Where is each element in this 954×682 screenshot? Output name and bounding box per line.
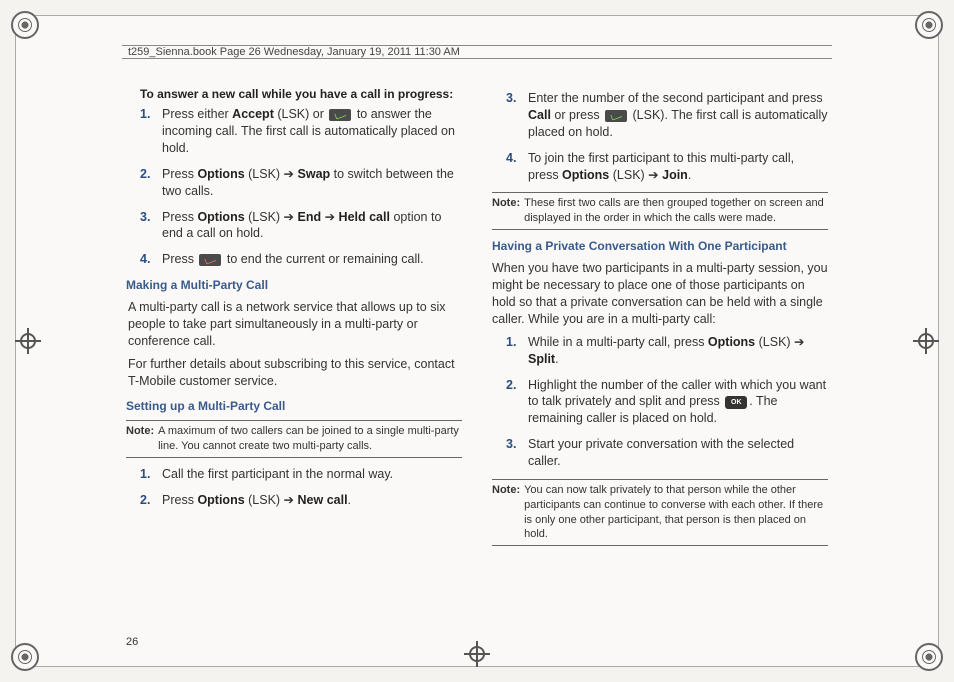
note-block: Note: A maximum of two callers can be jo… (126, 420, 462, 458)
page-frame: t259_Sienna.book Page 26 Wednesday, Janu… (15, 15, 939, 667)
step-item: Press to end the current or remaining ca… (126, 251, 462, 268)
step-item: Enter the number of the second participa… (492, 90, 828, 141)
page-number: 26 (126, 636, 138, 648)
crop-mark-icon (11, 643, 39, 671)
page-header: t259_Sienna.book Page 26 Wednesday, Janu… (122, 45, 832, 59)
note-block: Note: These first two calls are then gro… (492, 192, 828, 230)
note-block: Note: You can now talk privately to that… (492, 479, 828, 546)
note-label: Note: (492, 196, 520, 226)
step-item: While in a multi-party call, press Optio… (492, 334, 828, 368)
step-item: To join the first participant to this mu… (492, 150, 828, 184)
paragraph: A multi-party call is a network service … (126, 299, 462, 350)
note-text: A maximum of two callers can be joined t… (158, 424, 462, 454)
step-item: Press either Accept (LSK) or to answer t… (126, 106, 462, 157)
step-list: Press either Accept (LSK) or to answer t… (126, 106, 462, 268)
registration-mark-icon (913, 328, 939, 354)
step-item: Call the first participant in the normal… (126, 466, 462, 483)
crop-mark-icon (915, 643, 943, 671)
step-item: Press Options (LSK) ➔ Swap to switch bet… (126, 166, 462, 200)
crop-mark-icon (915, 11, 943, 39)
registration-mark-icon (15, 328, 41, 354)
subsection-heading: Setting up a Multi-Party Call (126, 398, 462, 414)
step-item: Press Options (LSK) ➔ New call. (126, 492, 462, 509)
step-item: Press Options (LSK) ➔ End ➔ Held call op… (126, 209, 462, 243)
ok-key-icon: OK (725, 396, 747, 409)
registration-mark-icon (464, 641, 490, 667)
note-label: Note: (126, 424, 154, 454)
subsection-heading: Having a Private Conversation With One P… (492, 238, 828, 254)
step-list: Enter the number of the second participa… (492, 90, 828, 183)
subsection-heading: Making a Multi-Party Call (126, 277, 462, 293)
right-column: Enter the number of the second participa… (492, 86, 828, 636)
step-item: Start your private conversation with the… (492, 436, 828, 470)
step-list: Call the first participant in the normal… (126, 466, 462, 509)
call-key-icon (605, 110, 627, 122)
left-column: To answer a new call while you have a ca… (126, 86, 462, 636)
call-key-icon (329, 109, 351, 121)
note-text: You can now talk privately to that perso… (524, 483, 828, 542)
crop-mark-icon (11, 11, 39, 39)
end-key-icon (199, 254, 221, 266)
section-heading: To answer a new call while you have a ca… (126, 86, 462, 102)
content-area: To answer a new call while you have a ca… (126, 86, 828, 636)
paragraph: When you have two participants in a mult… (492, 260, 828, 328)
note-text: These first two calls are then grouped t… (524, 196, 828, 226)
step-list: While in a multi-party call, press Optio… (492, 334, 828, 470)
step-item: Highlight the number of the caller with … (492, 377, 828, 428)
note-label: Note: (492, 483, 520, 542)
paragraph: For further details about subscribing to… (126, 356, 462, 390)
